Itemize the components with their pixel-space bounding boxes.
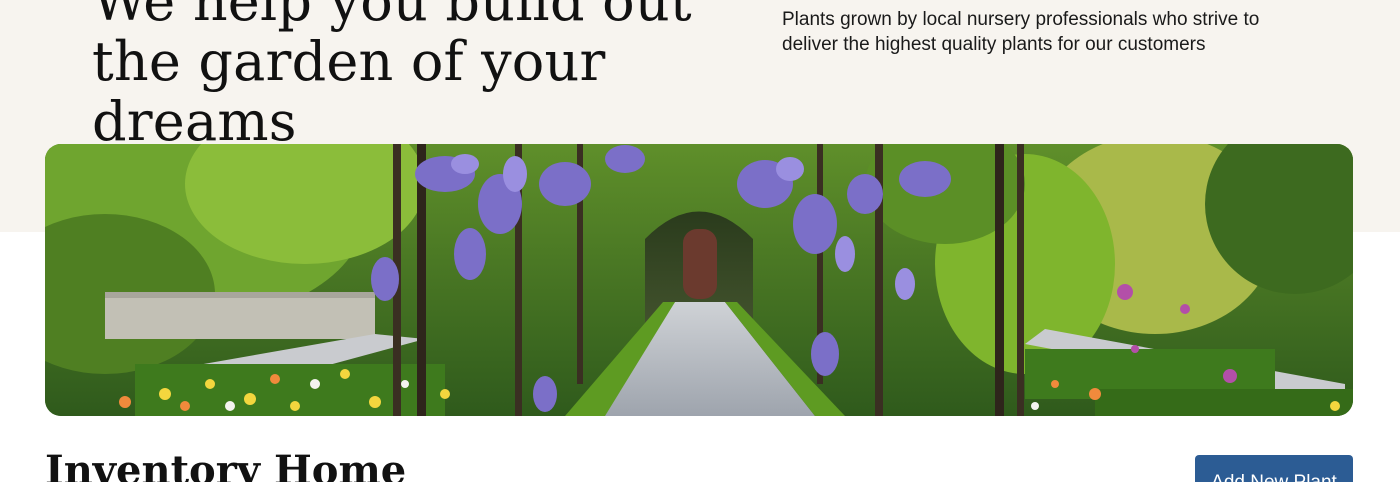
inventory-title: Inventory Home: [45, 447, 407, 482]
add-new-plant-button[interactable]: Add New Plant: [1195, 455, 1353, 482]
hero-title: We help you build out the garden of your…: [92, 0, 692, 153]
hero-tagline: Plants grown by local nursery profession…: [782, 9, 1260, 55]
garden-banner-image: [45, 144, 1353, 416]
garden-banner-illustration: [45, 144, 1353, 416]
